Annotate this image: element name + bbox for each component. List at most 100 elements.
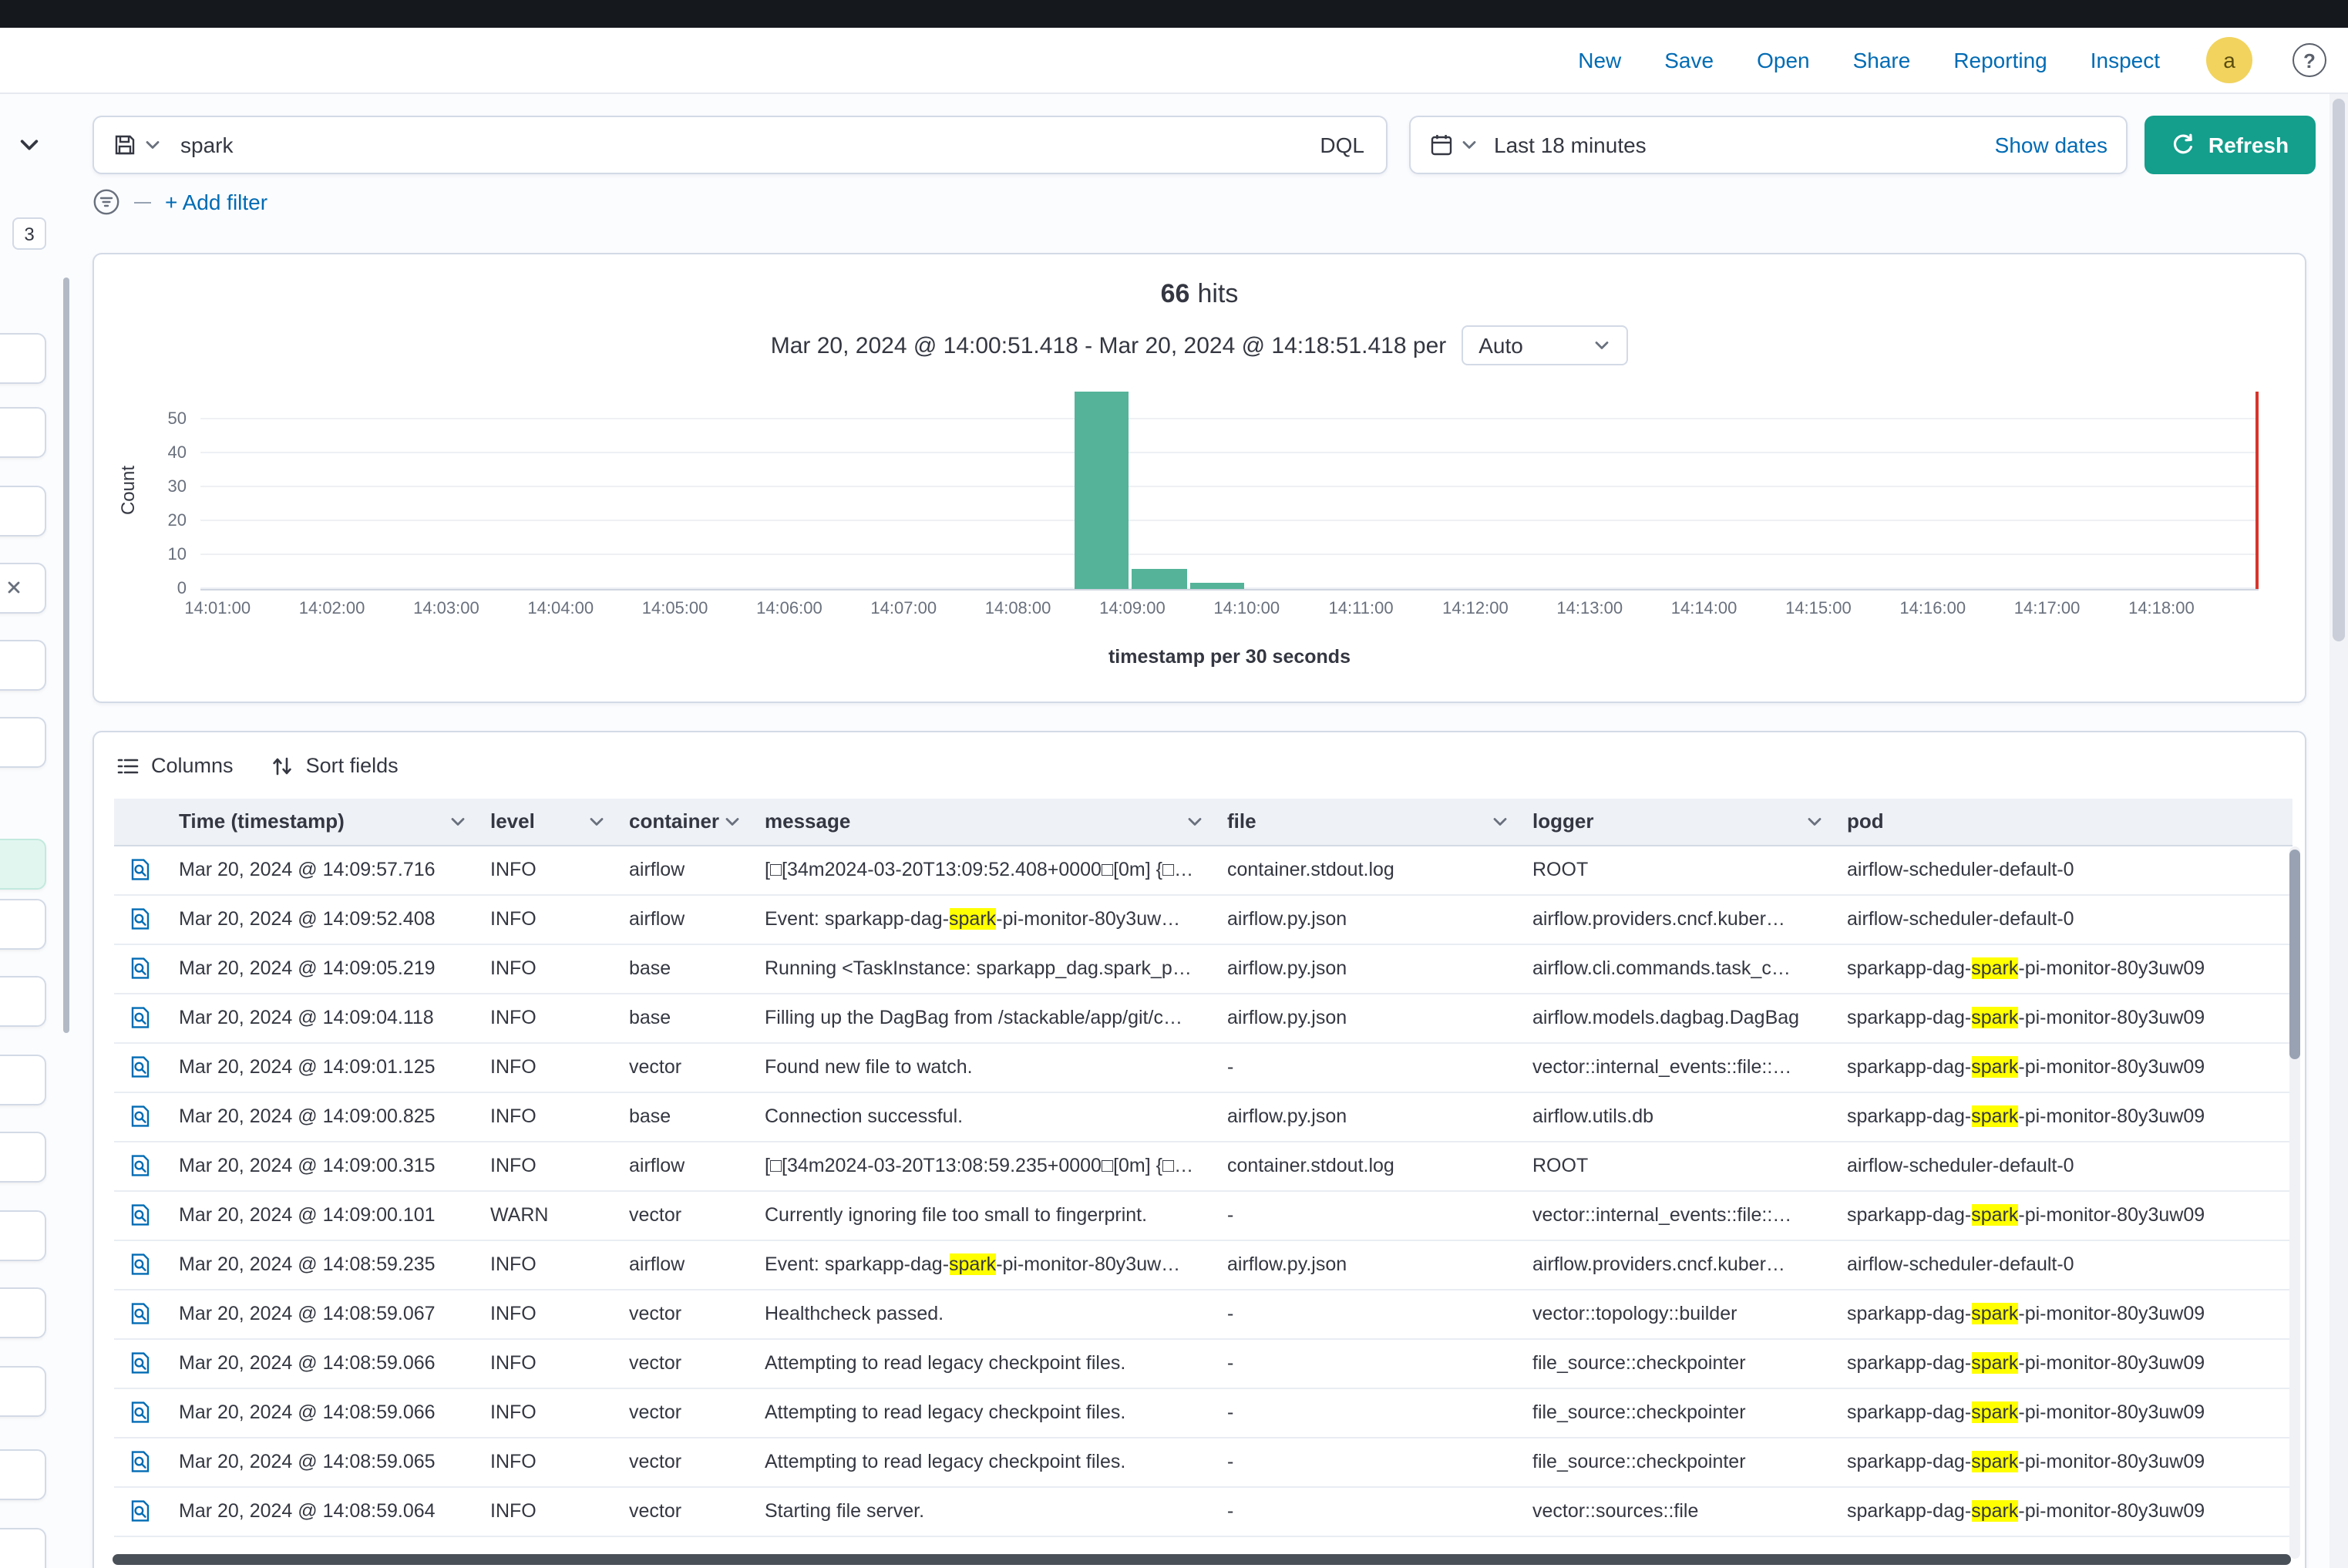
- date-picker-menu-button[interactable]: [1429, 133, 1478, 157]
- sidebar-scrollbar[interactable]: [63, 278, 69, 1033]
- field-item-selected[interactable]: [0, 839, 46, 890]
- cell-text: airflow-scheduler-default-0: [1847, 908, 2074, 930]
- file-cell: airflow.py.json: [1215, 1240, 1520, 1289]
- collapse-sidebar-button[interactable]: [17, 128, 51, 162]
- time-range-label[interactable]: Last 18 minutes: [1494, 133, 1647, 157]
- x-tick-label: 14:14:00: [1671, 600, 1737, 618]
- field-item[interactable]: [0, 976, 46, 1027]
- expand-document-button[interactable]: [114, 1141, 167, 1190]
- chevron-down-icon: [1593, 336, 1611, 355]
- field-item[interactable]: [0, 640, 46, 691]
- time-cell: Mar 20, 2024 @ 14:09:52.408: [167, 894, 478, 944]
- logger-cell: vector::internal_events::file::…: [1520, 1190, 1835, 1240]
- inspect-document-icon: [128, 1104, 153, 1129]
- log-row: Mar 20, 2024 @ 14:09:00.315INFOairflow[□…: [114, 1141, 2292, 1190]
- remove-field-icon[interactable]: [5, 578, 23, 597]
- cell-text: -pi-monitor-80y3uw09: [2018, 1056, 2205, 1078]
- expand-document-button[interactable]: [114, 1092, 167, 1141]
- field-item[interactable]: [0, 1287, 46, 1338]
- cell-text: sparkapp-dag-: [1847, 1204, 1971, 1226]
- expand-document-button[interactable]: [114, 1042, 167, 1092]
- expand-document-button[interactable]: [114, 1437, 167, 1486]
- nav-share[interactable]: Share: [1853, 48, 1911, 72]
- sort-fields-button[interactable]: Sort fields: [271, 753, 399, 778]
- nav-inspect[interactable]: Inspect: [2091, 48, 2160, 72]
- log-table-body: Mar 20, 2024 @ 14:09:57.716INFOairflow[□…: [114, 845, 2292, 1536]
- interval-select[interactable]: Auto: [1462, 325, 1628, 365]
- header-message-label: message: [765, 810, 850, 833]
- field-item[interactable]: [0, 1055, 46, 1105]
- header-logger[interactable]: logger: [1520, 799, 1835, 845]
- field-item[interactable]: [0, 486, 46, 537]
- help-icon[interactable]: ?: [2292, 43, 2326, 77]
- field-item[interactable]: [0, 1528, 46, 1568]
- chevron-down-icon: [587, 813, 606, 831]
- add-filter-link[interactable]: + Add filter: [165, 190, 267, 214]
- field-item[interactable]: [0, 1132, 46, 1183]
- expand-document-button[interactable]: [114, 1240, 167, 1289]
- table-vertical-scrollbar[interactable]: [2289, 850, 2300, 1059]
- nav-reporting[interactable]: Reporting: [1953, 48, 2047, 72]
- expand-document-button[interactable]: [114, 1338, 167, 1388]
- query-bar: DQL: [93, 116, 1388, 174]
- field-item[interactable]: [0, 717, 46, 768]
- cell-text: sparkapp-dag-: [1847, 1303, 1971, 1324]
- header-pod[interactable]: pod: [1835, 799, 2292, 845]
- table-horizontal-scrollbar[interactable]: [113, 1554, 2291, 1565]
- header-message[interactable]: message: [752, 799, 1215, 845]
- time-cell: Mar 20, 2024 @ 14:09:57.716: [167, 845, 478, 894]
- expand-document-button[interactable]: [114, 944, 167, 993]
- expand-document-button[interactable]: [114, 1289, 167, 1338]
- container-cell: vector: [617, 1042, 752, 1092]
- x-tick-label: 14:12:00: [1442, 600, 1509, 618]
- header-time[interactable]: Time (timestamp): [167, 799, 478, 845]
- expand-document-button[interactable]: [114, 894, 167, 944]
- save-icon: [113, 133, 137, 157]
- cell-text: Attempting to read legacy checkpoint fil…: [765, 1401, 1125, 1423]
- file-cell: -: [1215, 1190, 1520, 1240]
- x-axis-label: timestamp per 30 seconds: [200, 646, 2259, 668]
- pod-cell: airflow-scheduler-default-0: [1835, 845, 2292, 894]
- inspect-document-icon: [128, 1400, 153, 1425]
- header-container[interactable]: container: [617, 799, 752, 845]
- field-item[interactable]: [0, 333, 46, 384]
- search-query-input[interactable]: [177, 131, 1301, 159]
- cell-text: Attempting to read legacy checkpoint fil…: [765, 1352, 1125, 1374]
- field-item[interactable]: [0, 563, 46, 614]
- level-cell: INFO: [478, 894, 617, 944]
- field-item[interactable]: [0, 1210, 46, 1261]
- field-item[interactable]: [0, 1449, 46, 1500]
- inspect-document-icon: [128, 907, 153, 931]
- help-glyph: ?: [2303, 49, 2316, 72]
- level-cell: INFO: [478, 1092, 617, 1141]
- cell-text: -pi-monitor-80y3uw09: [2018, 1204, 2205, 1226]
- nav-new[interactable]: New: [1578, 48, 1621, 72]
- expand-document-button[interactable]: [114, 1190, 167, 1240]
- field-item[interactable]: [0, 1366, 46, 1417]
- user-avatar[interactable]: a: [2206, 37, 2252, 83]
- field-item[interactable]: [0, 899, 46, 950]
- expand-document-button[interactable]: [114, 1388, 167, 1437]
- filter-icon[interactable]: [93, 188, 120, 216]
- saved-query-menu-button[interactable]: [113, 133, 162, 157]
- expand-document-button[interactable]: [114, 845, 167, 894]
- show-dates-link[interactable]: Show dates: [1995, 133, 2107, 157]
- header-pod-label: pod: [1847, 810, 1884, 833]
- field-item[interactable]: [0, 407, 46, 458]
- header-file[interactable]: file: [1215, 799, 1520, 845]
- page-scrollbar[interactable]: [2333, 99, 2345, 641]
- search-highlight: spark: [1971, 1352, 2018, 1374]
- nav-open[interactable]: Open: [1757, 48, 1810, 72]
- refresh-button[interactable]: Refresh: [2144, 116, 2316, 174]
- columns-button[interactable]: Columns: [116, 753, 234, 778]
- query-language-button[interactable]: DQL: [1317, 133, 1367, 157]
- columns-list-icon: [116, 753, 140, 778]
- app-header: New Save Open Share Reporting Inspect a …: [0, 28, 2348, 94]
- logger-cell: file_source::checkpointer: [1520, 1338, 1835, 1388]
- expand-document-button[interactable]: [114, 993, 167, 1042]
- expand-document-button[interactable]: [114, 1486, 167, 1536]
- header-level[interactable]: level: [478, 799, 617, 845]
- nav-save[interactable]: Save: [1664, 48, 1714, 72]
- cell-text: -pi-monitor-80y3uw09: [2018, 1451, 2205, 1472]
- x-tick-label: 14:18:00: [2128, 600, 2195, 618]
